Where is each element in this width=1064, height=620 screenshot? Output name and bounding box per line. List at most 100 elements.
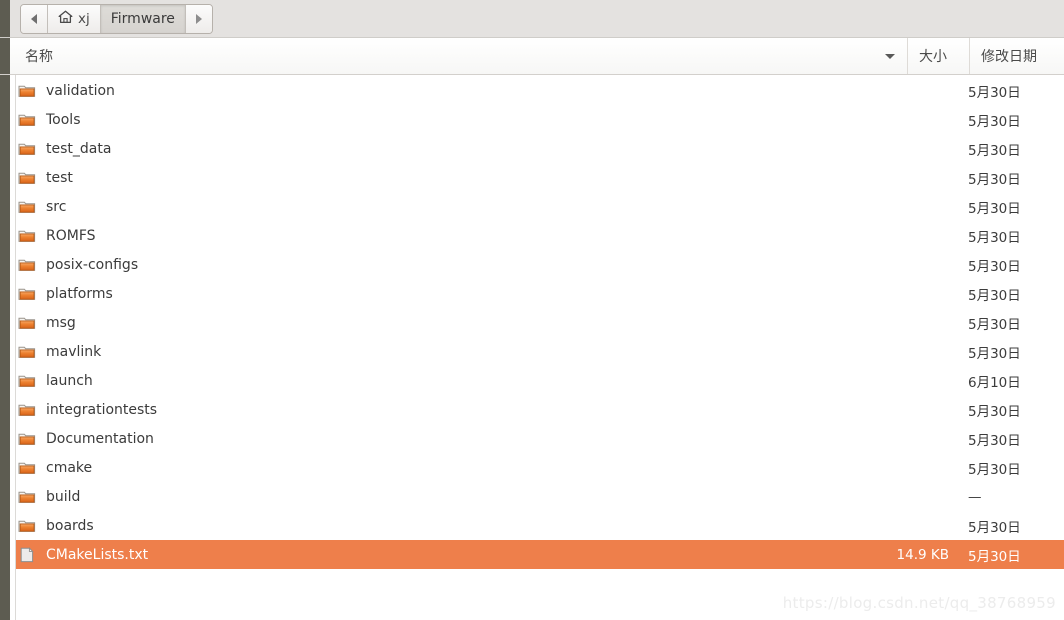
folder-icon	[18, 346, 36, 358]
file-name-cell: test	[16, 170, 895, 186]
file-name-label: platforms	[46, 285, 113, 302]
file-row[interactable]: validation 5月30日	[16, 76, 1064, 105]
file-row[interactable]: test_data 5月30日	[16, 134, 1064, 163]
file-name-label: src	[46, 198, 67, 215]
file-row[interactable]: mavlink 5月30日	[16, 337, 1064, 366]
file-manager-window: xj Firmware 名称 大小 修改日期 validation 5月30日 To…	[0, 0, 1064, 620]
folder-icon	[18, 375, 36, 387]
breadcrumb-firmware-label: Firmware	[110, 10, 175, 27]
file-name-cell: CMakeLists.txt	[16, 547, 895, 563]
file-size-cell: 14.9 KB	[896, 546, 949, 563]
file-name-cell: launch	[16, 373, 895, 389]
window-left-gutter	[0, 75, 10, 620]
forward-arrow-icon	[195, 13, 202, 24]
folder-icon	[18, 114, 36, 126]
file-date-cell: 5月30日	[968, 316, 1021, 333]
forward-button[interactable]	[185, 4, 212, 33]
folder-icon	[18, 85, 36, 97]
breadcrumb-item-firmware[interactable]: Firmware	[100, 4, 186, 33]
file-date-cell: 5月30日	[968, 113, 1021, 130]
file-row[interactable]: launch 6月10日	[16, 366, 1064, 395]
file-date-cell: 5月30日	[968, 519, 1021, 536]
column-header-date-label: 修改日期	[981, 49, 1037, 65]
file-list[interactable]: validation 5月30日 Tools 5月30日 test_data 5月30日 t…	[16, 75, 1064, 620]
file-row[interactable]: posix-configs 5月30日	[16, 250, 1064, 279]
back-button[interactable]	[21, 4, 48, 33]
file-name-cell: src	[16, 199, 895, 215]
folder-icon	[18, 404, 36, 416]
file-date-cell: 5月30日	[968, 200, 1021, 217]
folder-icon	[18, 433, 36, 445]
sort-descending-icon[interactable]	[885, 54, 895, 59]
file-name-cell: posix-configs	[16, 257, 895, 273]
folder-icon	[18, 201, 36, 213]
file-date-cell: 5月30日	[968, 461, 1021, 478]
watermark-text: https://blog.csdn.net/qq_38768959	[782, 594, 1056, 612]
file-row[interactable]: platforms 5月30日	[16, 279, 1064, 308]
file-date-cell: 5月30日	[968, 258, 1021, 275]
breadcrumb-home-label: xj	[78, 10, 90, 27]
column-header-size[interactable]: 大小	[908, 38, 970, 74]
file-name-cell: ROMFS	[16, 228, 895, 244]
column-header-row: 名称 大小 修改日期	[0, 38, 1064, 75]
file-name-cell: build	[16, 489, 895, 505]
file-row[interactable]: cmake 5月30日	[16, 453, 1064, 482]
file-name-label: build	[46, 488, 81, 505]
breadcrumb: xj Firmware	[20, 3, 213, 34]
file-date-cell: 5月30日	[968, 403, 1021, 420]
folder-icon	[18, 230, 36, 242]
file-name-cell: cmake	[16, 460, 895, 476]
folder-icon	[18, 143, 36, 155]
folder-icon	[18, 520, 36, 532]
file-name-cell: boards	[16, 518, 895, 534]
file-name-label: posix-configs	[46, 256, 139, 273]
file-name-label: validation	[46, 82, 115, 99]
file-name-cell: Documentation	[16, 431, 895, 447]
file-date-cell: 5月30日	[968, 84, 1021, 101]
file-row[interactable]: ROMFS 5月30日	[16, 221, 1064, 250]
file-row[interactable]: src 5月30日	[16, 192, 1064, 221]
document-icon	[20, 546, 34, 562]
file-date-cell: 6月10日	[968, 374, 1021, 391]
file-row[interactable]: Tools 5月30日	[16, 105, 1064, 134]
file-name-label: mavlink	[46, 343, 102, 360]
file-row[interactable]: integrationtests 5月30日	[16, 395, 1064, 424]
file-name-label: cmake	[46, 459, 93, 476]
file-name-cell: mavlink	[16, 344, 895, 360]
file-name-label: test	[46, 169, 73, 186]
file-name-label: test_data	[46, 140, 112, 157]
folder-icon	[18, 317, 36, 329]
file-name-label: Documentation	[46, 430, 154, 447]
folder-icon	[18, 491, 36, 503]
home-icon	[58, 10, 73, 28]
file-row[interactable]: msg 5月30日	[16, 308, 1064, 337]
file-row[interactable]: Documentation 5月30日	[16, 424, 1064, 453]
file-row[interactable]: CMakeLists.txt 14.9 KB 5月30日	[16, 540, 1064, 569]
file-name-label: ROMFS	[46, 227, 96, 244]
file-name-label: CMakeLists.txt	[46, 546, 149, 563]
column-header-name-label: 名称	[25, 49, 53, 65]
file-name-cell: validation	[16, 83, 895, 99]
column-header-date[interactable]: 修改日期	[970, 38, 1064, 74]
column-header-name[interactable]: 名称	[14, 38, 908, 74]
file-row[interactable]: build —	[16, 482, 1064, 511]
file-name-label: integrationtests	[46, 401, 158, 418]
file-name-label: boards	[46, 517, 94, 534]
breadcrumb-item-home[interactable]: xj	[48, 4, 101, 33]
file-date-cell: —	[968, 488, 982, 505]
file-date-cell: 5月30日	[968, 432, 1021, 449]
file-name-cell: Tools	[16, 112, 895, 128]
file-name-cell: integrationtests	[16, 402, 895, 418]
file-row[interactable]: boards 5月30日	[16, 511, 1064, 540]
file-name-cell: platforms	[16, 286, 895, 302]
file-date-cell: 5月30日	[968, 171, 1021, 188]
folder-icon	[18, 259, 36, 271]
file-date-cell: 5月30日	[968, 229, 1021, 246]
file-list-area: validation 5月30日 Tools 5月30日 test_data 5月30日 t…	[0, 75, 1064, 620]
folder-icon	[18, 462, 36, 474]
folder-icon	[18, 288, 36, 300]
file-name-label: launch	[46, 372, 93, 389]
file-date-cell: 5月30日	[968, 142, 1021, 159]
file-row[interactable]: test 5月30日	[16, 163, 1064, 192]
file-date-cell: 5月30日	[968, 345, 1021, 362]
